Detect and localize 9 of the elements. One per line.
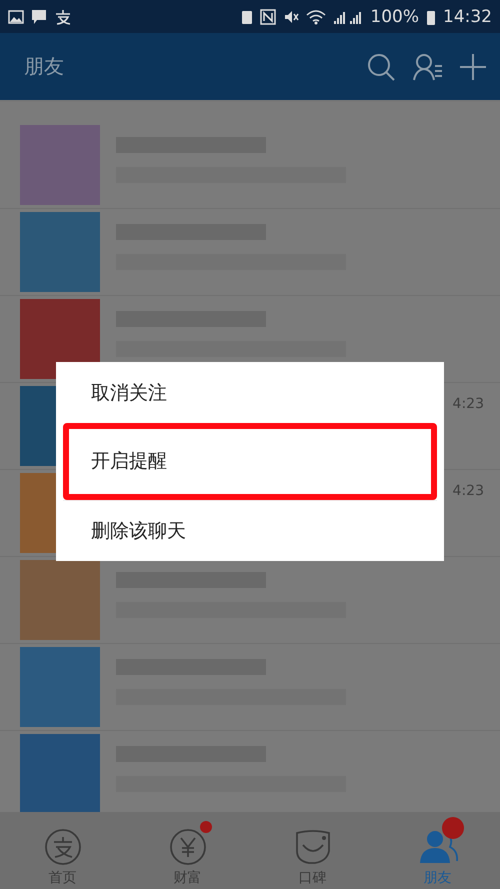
menu-item[interactable]: 删除该聊天 bbox=[63, 500, 437, 562]
menu-item[interactable]: 开启提醒 bbox=[63, 423, 437, 500]
tab-button[interactable]: 朋友 bbox=[408, 814, 468, 886]
message-time: 4:23 bbox=[452, 395, 484, 412]
clock: 14:32 bbox=[443, 6, 492, 26]
message-time: 4:23 bbox=[452, 482, 484, 499]
battery-percent: 100% bbox=[370, 6, 419, 26]
menu-item[interactable]: 取消关注 bbox=[63, 362, 437, 424]
page-title: 朋友 bbox=[24, 53, 64, 80]
